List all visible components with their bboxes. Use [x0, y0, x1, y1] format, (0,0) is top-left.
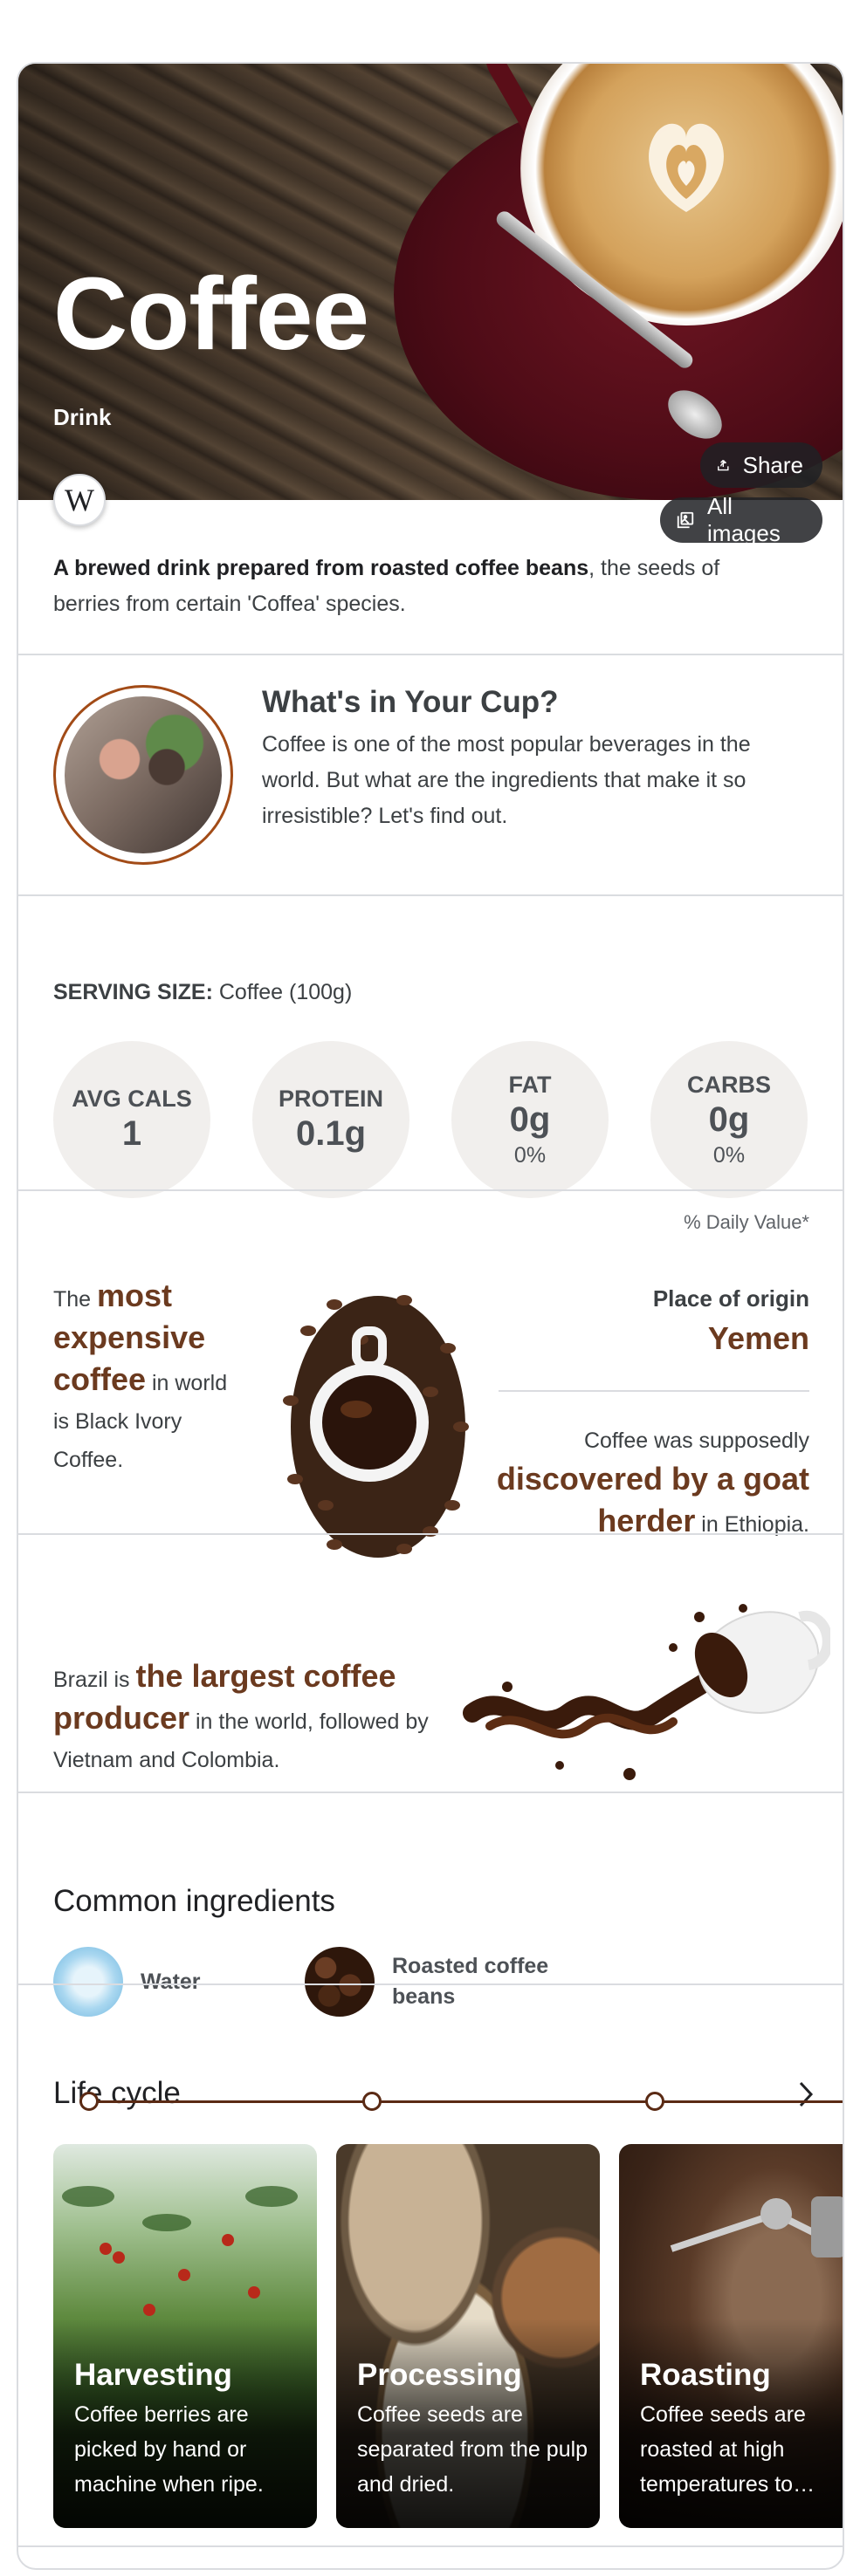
ingredient-roasted-coffee-beans[interactable]: Roasted coffee beans — [305, 1947, 567, 2017]
timeline-dot[interactable] — [645, 2092, 664, 2111]
origin-value: Yemen — [707, 1320, 809, 1356]
origin-label: Place of origin — [652, 1285, 809, 1312]
nutrition-percent: 0% — [513, 1142, 547, 1168]
images-icon — [677, 511, 694, 529]
entity-subtitle: Drink — [53, 404, 112, 430]
cup-feature-title[interactable]: What's in Your Cup? — [262, 685, 559, 720]
ingredient-water[interactable]: Water — [53, 1947, 201, 2017]
life-cycle-title[interactable]: Life cycle — [53, 2076, 181, 2111]
cup-feature-image[interactable] — [53, 685, 233, 865]
nutrition-label: FAT — [508, 1071, 552, 1098]
wikipedia-logo-icon[interactable]: W — [53, 474, 106, 526]
fact-discovered: Coffee was supposedly discovered by a go… — [495, 1422, 809, 1544]
share-button[interactable]: Share — [700, 442, 822, 488]
description-bold: A brewed drink prepared from roasted cof… — [53, 556, 589, 580]
serving-size-label: SERVING SIZE: — [53, 980, 213, 1004]
coffee-beans-image — [305, 1947, 375, 2017]
fact-text: The — [53, 1287, 98, 1312]
card-text: Coffee berries are picked by hand or mac… — [74, 2402, 264, 2497]
serving-size-value: Coffee (100g) — [212, 980, 353, 1004]
nutrition-value: 1 — [121, 1114, 142, 1153]
fact-most-expensive: The most expensive coffee in world is Bl… — [53, 1277, 245, 1479]
coffee-beans-cup-image — [283, 1295, 469, 1558]
people-photo — [65, 696, 222, 853]
divider — [18, 1792, 843, 1793]
divider — [18, 2545, 843, 2547]
knowledge-panel: Coffee Drink Share All images W A brewed… — [17, 62, 844, 2570]
share-icon — [718, 459, 729, 471]
fact-text: Brazil is — [53, 1668, 136, 1692]
card-title: Harvesting — [74, 2358, 232, 2392]
nutrition-label: PROTEIN — [278, 1086, 383, 1112]
divider — [18, 1189, 843, 1191]
fact-text: Coffee was supposedly — [583, 1428, 809, 1453]
nutrition-label: CARBS — [686, 1071, 771, 1098]
nutrition-label: AVG CALS — [72, 1086, 192, 1112]
divider — [499, 1390, 809, 1392]
entity-title: Coffee — [53, 257, 369, 372]
life-cycle-card-roasting[interactable]: Roasting Coffee seeds are roasted at hig… — [619, 2144, 843, 2528]
divider — [18, 654, 843, 655]
latte-art-graphic — [649, 123, 724, 212]
nutrition-protein: PROTEIN 0.1g — [252, 1041, 409, 1198]
life-cycle-card-processing[interactable]: Processing Coffee seeds are separated fr… — [336, 2144, 600, 2528]
daily-value-note: % Daily Value* — [684, 1211, 809, 1233]
card-title: Processing — [357, 2358, 522, 2392]
share-label: Share — [742, 451, 803, 478]
serving-size: SERVING SIZE: Coffee (100g) — [53, 980, 352, 1005]
timeline-dot[interactable] — [362, 2092, 382, 2111]
card-text: Coffee seeds are separated from the pulp… — [357, 2402, 588, 2497]
divider — [18, 1983, 843, 1985]
nutrition-avg-cals: AVG CALS 1 — [53, 1041, 210, 1198]
water-image — [53, 1947, 123, 2017]
card-text: Coffee seeds are roasted at high tempera… — [640, 2402, 815, 2497]
ingredient-name: Water — [141, 1969, 201, 1994]
pouring-coffee-cup-image — [463, 1604, 830, 1780]
ingredients-title: Common ingredients — [53, 1884, 335, 1918]
cup-feature-text: Coffee is one of the most popular bevera… — [262, 732, 751, 828]
nutrition-percent: 0% — [712, 1142, 746, 1168]
nutrition-value: 0g — [708, 1100, 750, 1139]
timeline-line — [88, 2100, 843, 2103]
all-images-label: All images — [707, 493, 781, 546]
all-images-button[interactable]: All images — [660, 493, 822, 546]
nutrition-carbs: CARBS 0g 0% — [650, 1041, 808, 1198]
card-title: Roasting — [640, 2358, 771, 2392]
chevron-right-icon[interactable] — [795, 2079, 816, 2109]
ingredient-name: Roasted coffee beans — [392, 1954, 549, 2009]
divider — [18, 894, 843, 896]
nutrition-value: 0.1g — [295, 1114, 367, 1153]
nutrition-fat: FAT 0g 0% — [451, 1041, 609, 1198]
nutrition-value: 0g — [509, 1100, 551, 1139]
life-cycle-card-harvesting[interactable]: Harvesting Coffee berries are picked by … — [53, 2144, 317, 2528]
entity-description: A brewed drink prepared from roasted cof… — [53, 551, 752, 622]
timeline-dot[interactable] — [79, 2092, 99, 2111]
fact-largest-producer: Brazil is the largest coffee producer in… — [53, 1657, 455, 1779]
divider — [18, 1533, 843, 1535]
